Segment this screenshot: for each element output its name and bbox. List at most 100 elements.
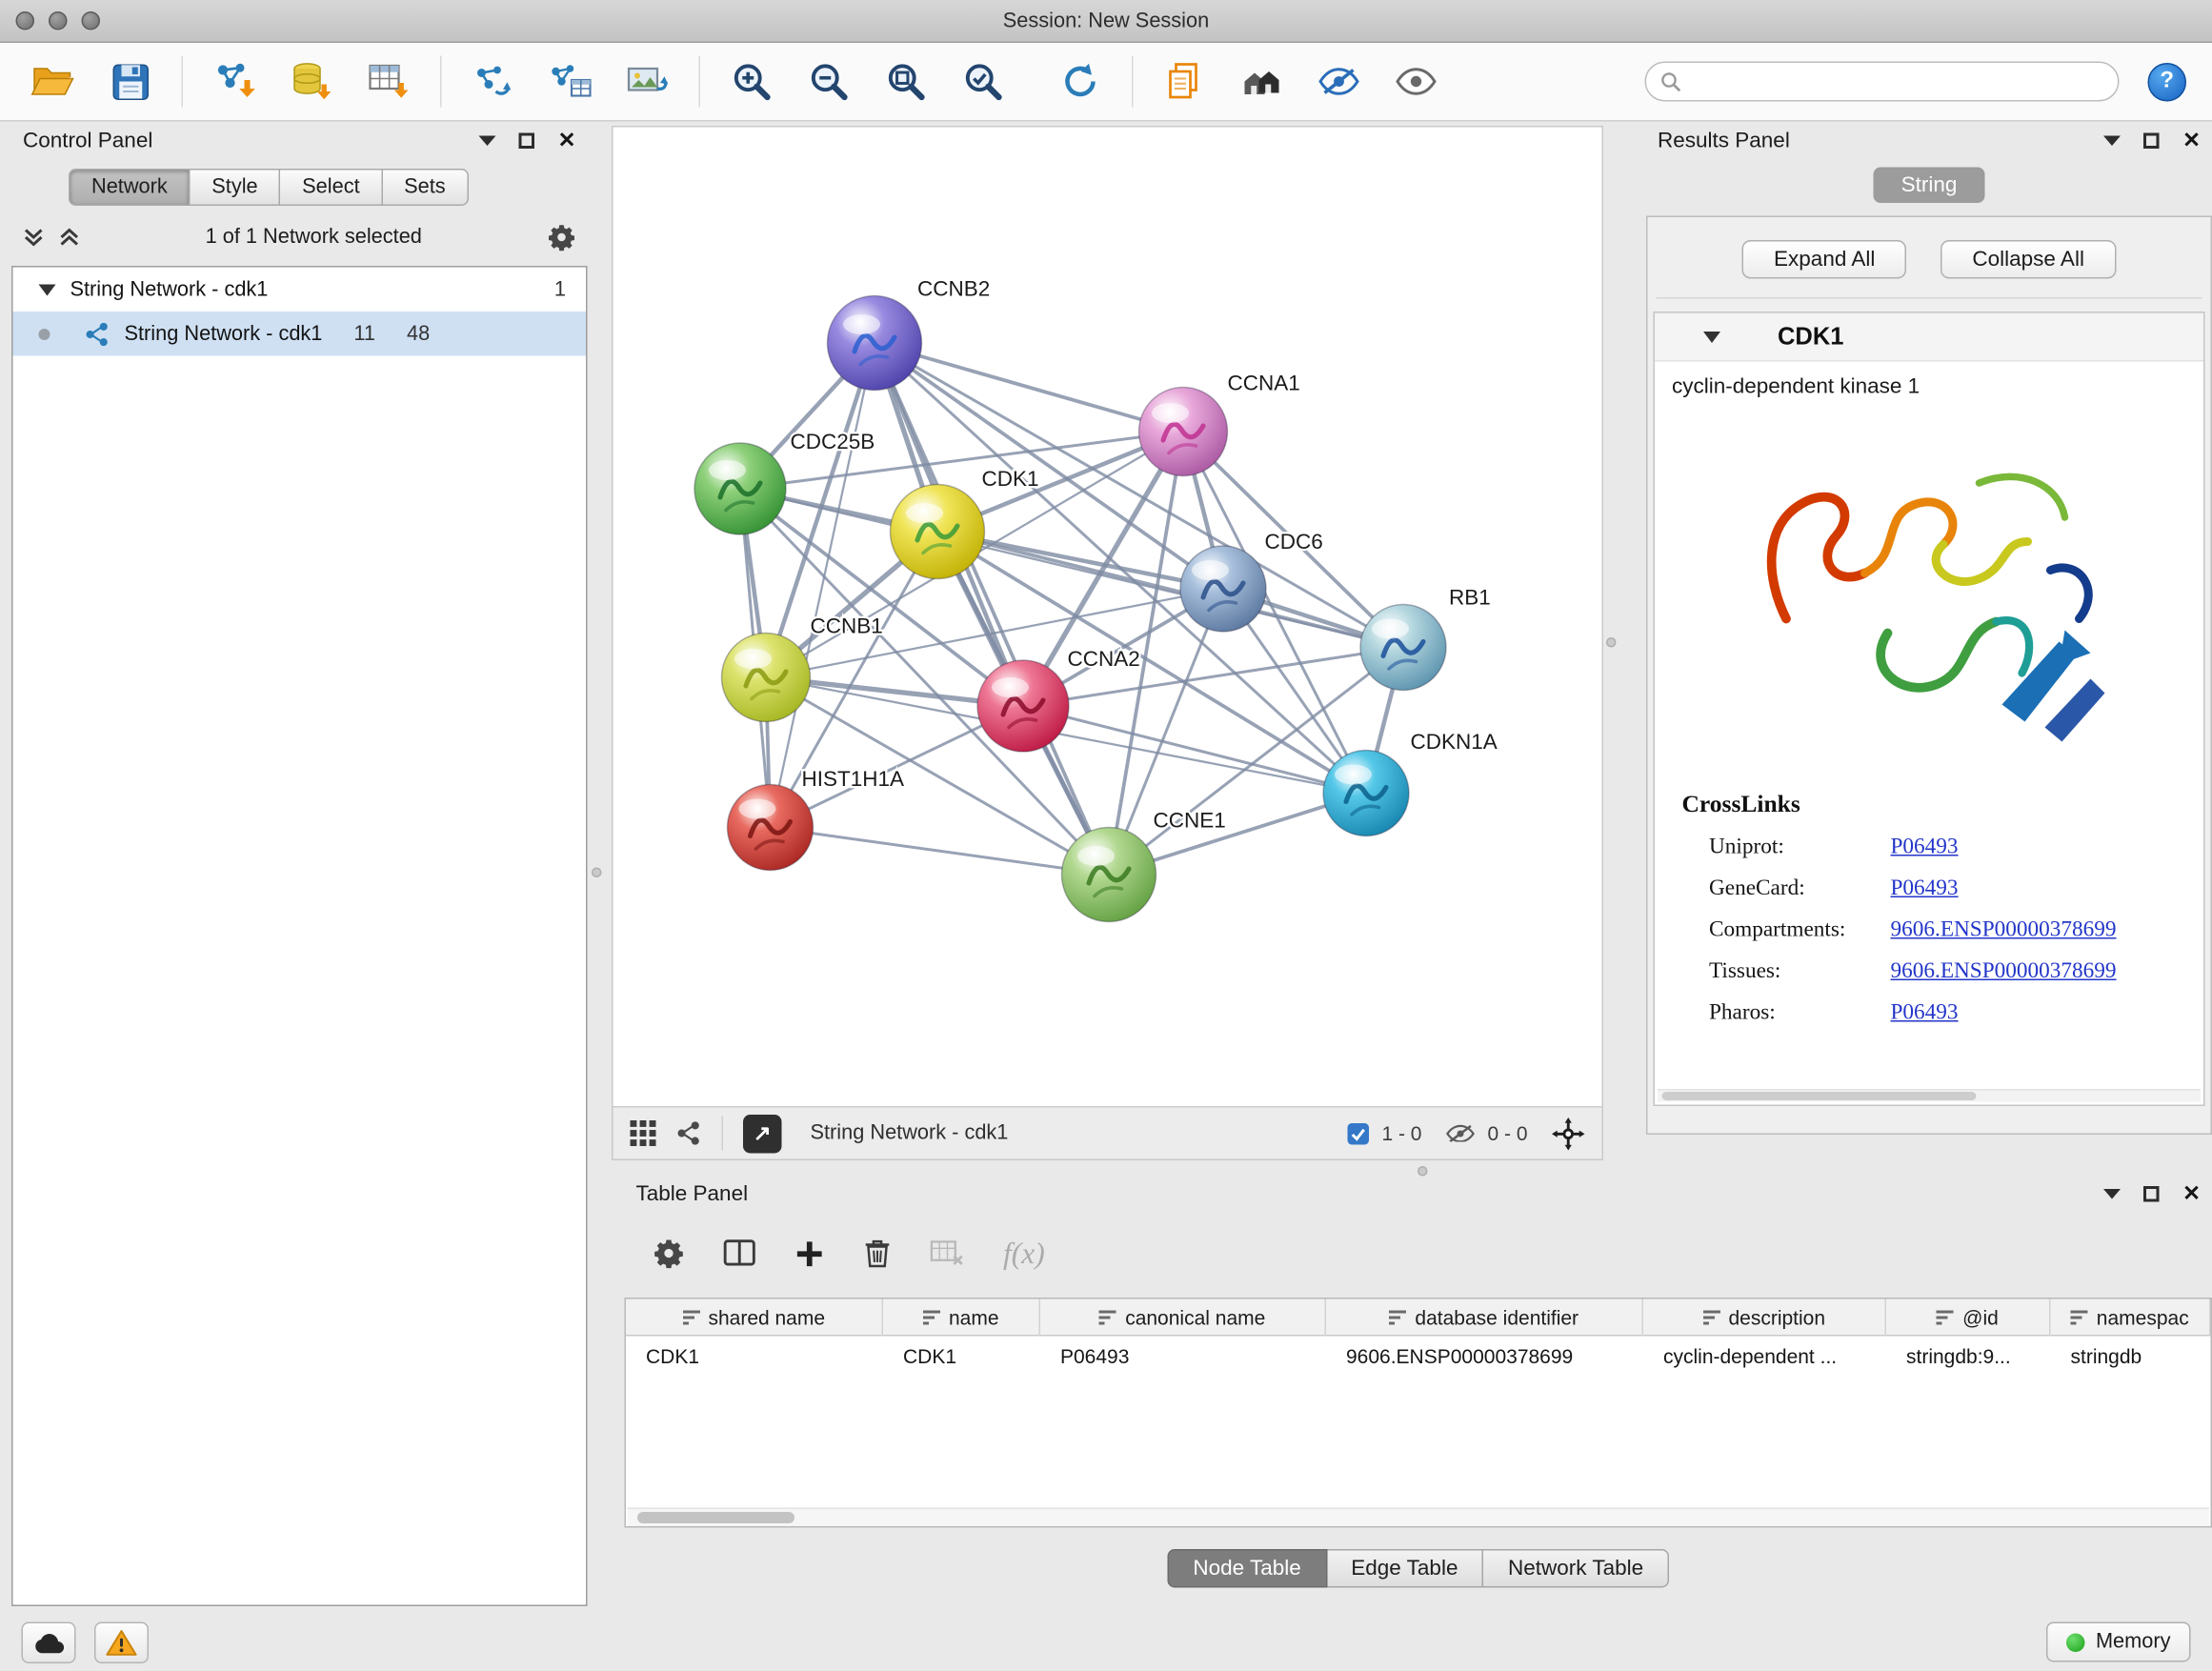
open-session-button[interactable] [20, 51, 86, 111]
panel-close-icon[interactable] [2182, 130, 2201, 151]
gear-icon[interactable] [548, 223, 576, 252]
window-minimize-button[interactable] [49, 11, 68, 30]
table-cell[interactable]: CDK1 [883, 1337, 1040, 1376]
tab-network[interactable]: Network [69, 169, 191, 206]
table-cell[interactable]: cyclin-dependent ... [1643, 1337, 1886, 1376]
network-node-rb1[interactable]: RB1 [1360, 586, 1491, 691]
import-network-database-button[interactable] [279, 51, 345, 111]
table-cell[interactable]: stringdb [2051, 1337, 2211, 1376]
column-header[interactable]: name [883, 1299, 1040, 1337]
gear-icon[interactable] [654, 1238, 685, 1269]
crosslink-value-link[interactable]: P06493 [1891, 835, 1959, 860]
warning-button[interactable] [94, 1621, 149, 1663]
crosshair-move-icon[interactable] [1552, 1117, 1585, 1150]
delete-column-icon[interactable] [863, 1238, 892, 1269]
network-node-cdk1[interactable]: CDK1 [891, 467, 1039, 578]
hidden-eye-slash-icon[interactable] [1446, 1124, 1475, 1142]
network-node-cdc25b[interactable]: CDC25B [694, 430, 875, 534]
refresh-button[interactable] [1048, 51, 1114, 111]
tab-string[interactable]: String [1874, 168, 1985, 204]
window-close-button[interactable] [16, 11, 35, 30]
column-header[interactable]: canonical name [1040, 1299, 1326, 1337]
crosslink-value-link[interactable]: 9606.ENSP00000378699 [1891, 917, 2117, 943]
expand-all-button[interactable]: Expand All [1742, 240, 1906, 279]
chevron-down-icon[interactable] [39, 284, 56, 295]
show-columns-icon[interactable] [723, 1239, 756, 1267]
tab-sets[interactable]: Sets [383, 169, 469, 206]
table-row[interactable]: CDK1CDK1P064939606.ENSP00000378699cyclin… [626, 1337, 2211, 1376]
collapse-entry-icon[interactable] [1703, 331, 1720, 342]
network-node-ccnb1[interactable]: CCNB1 [722, 614, 883, 722]
scrollbar-thumb[interactable] [1662, 1092, 1978, 1100]
network-edge[interactable] [771, 343, 875, 828]
network-node-ccna1[interactable]: CCNA1 [1139, 372, 1300, 476]
tab-node-table[interactable]: Node Table [1167, 1549, 1326, 1588]
crosslink-value-link[interactable]: 9606.ENSP00000378699 [1891, 959, 2117, 985]
splitter-handle[interactable] [1418, 1166, 1428, 1177]
splitter-handle[interactable] [592, 868, 602, 878]
network-overview-icon[interactable] [676, 1120, 702, 1146]
network-node-hist1h1a[interactable]: HIST1H1A [728, 767, 905, 871]
expand-all-chevron-icon[interactable] [23, 228, 45, 248]
table-horizontal-scrollbar[interactable] [628, 1508, 2210, 1527]
new-network-table-button[interactable] [537, 51, 603, 111]
birdseye-view-icon[interactable] [631, 1120, 656, 1146]
network-node-ccnb2[interactable]: CCNB2 [828, 277, 991, 391]
help-button[interactable] [2148, 62, 2187, 101]
save-session-button[interactable] [97, 51, 163, 111]
memory-button[interactable]: Memory [2045, 1622, 2190, 1662]
network-node-cdkn1a[interactable]: CDKN1A [1323, 730, 1498, 836]
tab-select[interactable]: Select [281, 169, 383, 206]
window-zoom-button[interactable] [82, 11, 101, 30]
show-all-button[interactable] [1383, 51, 1449, 111]
entry-horizontal-scrollbar[interactable] [1658, 1089, 2201, 1102]
network-canvas[interactable]: CCNB2CCNA1CDC25BCDK1CDC6RB1CCNB1CCNA2CDK… [613, 128, 1605, 1110]
network-edge[interactable] [771, 828, 1110, 876]
collapse-all-button[interactable]: Collapse All [1941, 240, 2116, 279]
tab-style[interactable]: Style [191, 169, 281, 206]
search-box[interactable] [1645, 62, 2120, 102]
entry-header[interactable]: CDK1 [1655, 313, 2203, 362]
selected-checkbox-icon[interactable] [1347, 1122, 1369, 1144]
network-collection-row[interactable]: String Network - cdk1 1 [13, 268, 587, 312]
zoom-selected-button[interactable] [951, 51, 1016, 111]
crosslink-value-link[interactable]: P06493 [1891, 1000, 1959, 1026]
home-view-button[interactable] [1229, 51, 1295, 111]
tab-network-table[interactable]: Network Table [1483, 1549, 1669, 1588]
export-image-button[interactable] [614, 51, 680, 111]
table-cell[interactable]: CDK1 [626, 1337, 883, 1376]
add-column-icon[interactable] [794, 1238, 825, 1269]
open-in-browser-button[interactable] [743, 1114, 782, 1153]
panel-menu-icon[interactable] [2104, 1188, 2122, 1198]
scrollbar-thumb[interactable] [637, 1512, 794, 1523]
search-input[interactable] [1692, 70, 2103, 93]
panel-menu-icon[interactable] [2104, 135, 2122, 146]
import-table-button[interactable] [356, 51, 422, 111]
crosslink-value-link[interactable]: P06493 [1891, 876, 1959, 902]
column-header[interactable]: database identifier [1326, 1299, 1643, 1337]
zoom-fit-button[interactable] [874, 51, 939, 111]
network-row[interactable]: String Network - cdk1 11 48 [13, 312, 587, 356]
panel-float-icon[interactable] [2144, 132, 2161, 149]
column-header[interactable]: shared name [626, 1299, 883, 1337]
collapse-all-chevron-icon[interactable] [59, 228, 81, 248]
cloud-button[interactable] [22, 1621, 76, 1663]
table-cell[interactable]: stringdb:9... [1886, 1337, 2051, 1376]
panel-menu-icon[interactable] [479, 135, 496, 146]
column-header[interactable]: namespac [2051, 1299, 2211, 1337]
panel-close-icon[interactable] [558, 130, 576, 151]
copy-document-button[interactable] [1152, 51, 1217, 111]
splitter-handle[interactable] [1606, 637, 1617, 648]
panel-float-icon[interactable] [519, 132, 535, 149]
network-edge[interactable] [875, 343, 1109, 875]
column-header[interactable]: description [1643, 1299, 1886, 1337]
table-cell[interactable]: P06493 [1040, 1337, 1326, 1376]
zoom-out-button[interactable] [796, 51, 862, 111]
panel-float-icon[interactable] [2144, 1185, 2161, 1201]
new-network-from-selection-button[interactable] [460, 51, 526, 111]
hide-selected-button[interactable] [1306, 51, 1372, 111]
import-network-file-button[interactable] [202, 51, 268, 111]
column-header[interactable]: @id [1886, 1299, 2051, 1337]
tab-edge-table[interactable]: Edge Table [1327, 1549, 1484, 1588]
panel-close-icon[interactable] [2182, 1182, 2201, 1204]
